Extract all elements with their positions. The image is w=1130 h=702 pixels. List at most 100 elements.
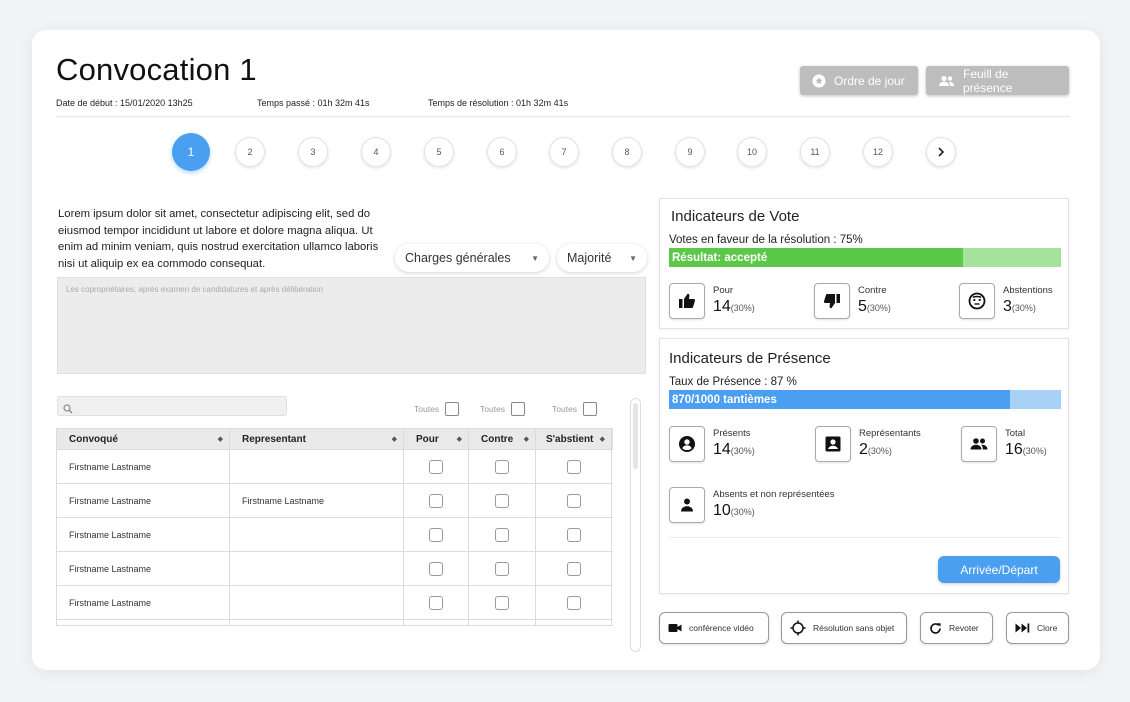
contre-cell (469, 450, 536, 483)
arrival-departure-button[interactable]: Arrivée/Départ (938, 556, 1060, 583)
pour-percent: (30%) (730, 303, 755, 313)
presence-rate-text: Taux de Présence : 87 % (669, 376, 797, 388)
pour-checkbox[interactable] (429, 561, 443, 576)
step-1[interactable]: 1 (172, 133, 210, 171)
select-all-abstient[interactable]: Toutes (552, 402, 598, 416)
column-pour-label: Pour (416, 433, 439, 445)
vote-indicators-panel: Indicateurs de Vote Votes en faveur de l… (659, 198, 1069, 329)
resolution-stepper: 1 2 3 4 5 6 7 8 9 10 11 12 (50, 133, 1082, 171)
table-row-partial (56, 620, 613, 626)
select-all-contre[interactable]: Toutes (480, 402, 526, 416)
select-all-pour-checkbox[interactable] (445, 402, 460, 416)
contre-checkbox[interactable] (495, 561, 509, 576)
charges-select[interactable]: Charges générales ▼ (395, 244, 549, 272)
step-11[interactable]: 11 (800, 137, 830, 167)
column-abstient-label: S'abstient (546, 433, 594, 445)
column-abstient[interactable]: S'abstient ◆ (536, 429, 612, 449)
stat-absents: Absents et non représentées 10(30%) (669, 487, 834, 523)
agenda-button-label: Ordre de jour (834, 73, 905, 88)
select-all-contre-checkbox[interactable] (511, 402, 526, 416)
absents-percent: (30%) (730, 507, 755, 517)
vote-panel-title: Indicateurs de Vote (671, 208, 800, 225)
deliberation-textarea[interactable]: Les copropriétaires, après examen de can… (57, 277, 646, 374)
pour-checkbox[interactable] (429, 595, 443, 610)
majorite-select[interactable]: Majorité ▼ (557, 244, 647, 272)
column-contre[interactable]: Contre ◆ (469, 429, 536, 449)
pour-cell (404, 518, 469, 551)
presence-divider (669, 537, 1061, 538)
majorite-select-value: Majorité (567, 251, 612, 265)
close-button[interactable]: Clore (1006, 612, 1069, 644)
step-12[interactable]: 12 (863, 137, 893, 167)
convoque-cell: Firstname Lastname (57, 552, 230, 585)
time-elapsed: Temps passé : 01h 32m 41s (257, 98, 370, 108)
pour-cell (404, 620, 469, 625)
agenda-button[interactable]: Ordre de jour (800, 66, 918, 95)
presence-progress-bar: 870/1000 tantièmes (669, 390, 1061, 409)
pour-checkbox[interactable] (429, 493, 443, 508)
contre-checkbox[interactable] (495, 595, 509, 610)
step-10[interactable]: 10 (737, 137, 767, 167)
column-representant-label: Representant (242, 433, 306, 445)
abstient-checkbox[interactable] (566, 561, 581, 576)
pour-checkbox[interactable] (429, 459, 443, 474)
next-step-button[interactable] (926, 137, 956, 167)
convocation-content: Convocation 1 Date de début : 15/01/2020… (50, 48, 1082, 652)
resolution-text: Lorem ipsum dolor sit amet, consectetur … (58, 208, 379, 270)
revote-button[interactable]: Revoter (920, 612, 993, 644)
attendance-sheet-button[interactable]: Feuill de présence (926, 66, 1069, 95)
vote-progress-fill: Résultat: accepté (669, 248, 963, 267)
column-representant[interactable]: Representant ◆ (230, 429, 404, 449)
contre-checkbox[interactable] (495, 493, 509, 508)
neutral-face-icon (959, 283, 995, 319)
pour-checkbox[interactable] (429, 527, 443, 542)
account-box-icon (815, 426, 851, 462)
pour-label: Pour (713, 285, 734, 296)
vote-progress-bar: Résultat: accepté (669, 248, 1061, 267)
step-2[interactable]: 2 (235, 137, 265, 167)
representant-cell (230, 620, 404, 625)
skip-next-icon (1015, 623, 1030, 633)
select-all-pour[interactable]: Toutes (414, 402, 460, 416)
step-4[interactable]: 4 (361, 137, 391, 167)
convoque-cell: Firstname Lastname (57, 484, 230, 517)
group-icon (961, 426, 997, 462)
table-row: Firstname Lastname (56, 518, 613, 552)
table-scrollbar[interactable] (630, 398, 641, 652)
step-9[interactable]: 9 (675, 137, 705, 167)
abstentions-label: Abstentions (1003, 285, 1053, 296)
column-convoque-label: Convoqué (69, 433, 118, 445)
abstient-checkbox[interactable] (566, 527, 581, 542)
resolution-without-object-button[interactable]: Résolution sans objet (781, 612, 907, 644)
abstient-checkbox[interactable] (566, 459, 581, 474)
video-conference-button[interactable]: conférence vidéo (659, 612, 769, 644)
resolution-without-object-label: Résolution sans objet (813, 623, 895, 633)
stat-abstentions: Abstentions 3(30%) (959, 283, 1053, 319)
sort-icon: ◆ (217, 436, 223, 443)
revote-label: Revoter (949, 623, 979, 633)
chevron-right-icon (938, 147, 945, 157)
column-pour[interactable]: Pour ◆ (404, 429, 469, 449)
tantiemes-label: 870/1000 tantièmes (672, 393, 777, 406)
contre-cell (469, 518, 536, 551)
account-circle-icon (669, 426, 705, 462)
select-all-abstient-checkbox[interactable] (583, 402, 598, 416)
step-8[interactable]: 8 (612, 137, 642, 167)
presence-indicators-panel: Indicateurs de Présence Taux de Présence… (659, 338, 1069, 594)
scrollbar-thumb[interactable] (633, 403, 638, 469)
step-3[interactable]: 3 (298, 137, 328, 167)
abstient-checkbox[interactable] (566, 493, 581, 508)
star-circle-icon (812, 74, 826, 88)
contre-count: 5 (858, 298, 867, 315)
abstient-checkbox[interactable] (566, 595, 581, 610)
contre-cell (469, 620, 536, 625)
search-input[interactable] (57, 396, 287, 416)
step-6[interactable]: 6 (487, 137, 517, 167)
contre-checkbox[interactable] (495, 527, 509, 542)
column-convoque[interactable]: Convoqué ◆ (57, 429, 230, 449)
step-5[interactable]: 5 (424, 137, 454, 167)
contre-checkbox[interactable] (495, 459, 509, 474)
step-7[interactable]: 7 (549, 137, 579, 167)
representant-cell (230, 450, 404, 483)
pour-count: 14 (713, 298, 731, 315)
